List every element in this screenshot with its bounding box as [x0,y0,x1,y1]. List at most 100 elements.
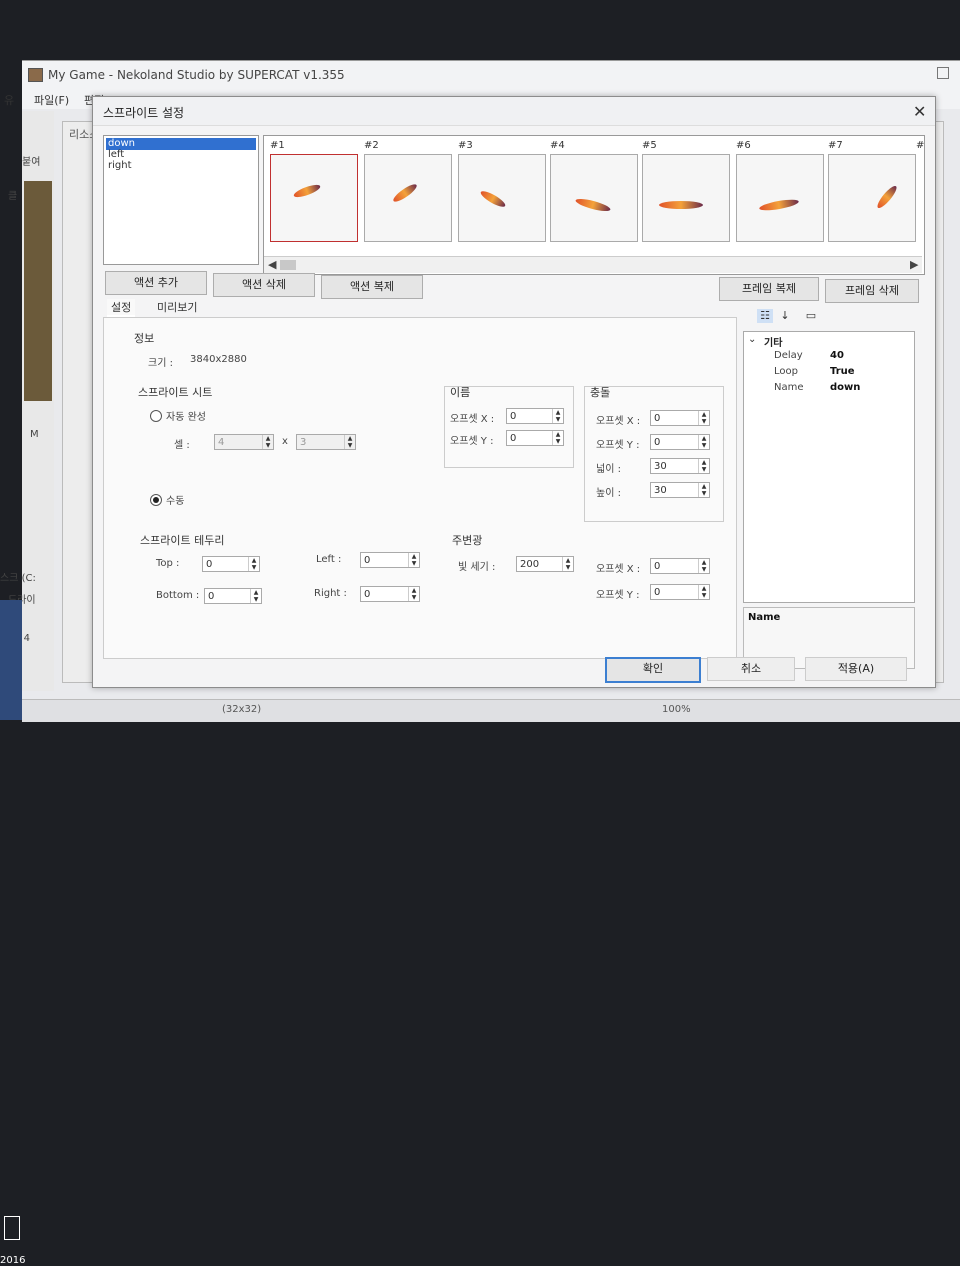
categorized-icon[interactable]: ☷ [757,309,773,323]
status-bar: (32x32) 100% [22,699,960,722]
sprite-frame-image [874,183,900,211]
property-key: Loop [774,366,798,377]
sidebar-text-disk: 스크 (C: [0,573,36,584]
spinner-arrows-icon[interactable]: ▲ ▼ [698,559,709,573]
delete-frame-button[interactable]: 프레임 삭제 [825,279,919,303]
property-value[interactable]: down [830,382,860,393]
tab-preview[interactable]: 미리보기 [157,299,197,315]
frame-label: #4 [550,140,565,151]
action-list[interactable]: down left right [103,135,259,265]
frame-cell[interactable] [550,154,638,242]
cancel-button[interactable]: 취소 [707,657,795,681]
spinner-arrows-icon[interactable]: ▲ ▼ [552,409,563,423]
sprite-sheet-section-label: 스프라이트 시트 [138,386,213,399]
auto-complete-radio[interactable] [150,410,162,422]
frame-cell[interactable] [458,154,546,242]
collision-height-label: 높이 : [596,488,621,499]
frame-strip[interactable]: #1 #2 #3 #4 #5 #6 #7 #8 ◀ ▶ [263,135,925,275]
cell-label: 셀 : [174,440,190,451]
name-offset-x-input[interactable]: 0 ▲ ▼ [506,408,564,424]
property-value[interactable]: 40 [830,350,844,361]
frame-cell[interactable] [270,154,358,242]
tab-settings[interactable]: 설정 [107,299,136,317]
border-bottom-label: Bottom : [156,590,200,601]
border-top-input[interactable]: 0 ▲ ▼ [202,556,260,572]
collision-section-label: 충돌 [590,386,611,399]
scroll-thumb[interactable] [280,260,296,270]
name-offset-x-label: 오프셋 X : [450,414,495,425]
menu-item-partial[interactable]: 유 [4,92,14,108]
main-titlebar: My Game - Nekoland Studio by SUPERCAT v1… [22,61,960,89]
apply-button[interactable]: 적용(A) [805,657,907,681]
property-description-title: Name [748,612,781,623]
frame-cell[interactable] [736,154,824,242]
ambient-offset-x-input[interactable]: 0 ▲ ▼ [650,558,710,574]
ambient-offset-y-input[interactable]: 0 ▲ ▼ [650,584,710,600]
name-offset-y-input[interactable]: 0 ▲ ▼ [506,430,564,446]
spinner-arrows-icon[interactable]: ▲ ▼ [344,435,355,449]
chevron-down-icon[interactable]: ⌄ [748,334,756,345]
size-value: 3840x2880 [190,354,247,365]
border-top-label: Top : [156,558,180,569]
cell-x-input[interactable]: 4 ▲ ▼ [214,434,274,450]
spinner-arrows-icon[interactable]: ▲ ▼ [408,553,419,567]
sprite-frame-image [659,201,703,209]
manual-radio[interactable] [150,494,162,506]
spinner-arrows-icon[interactable]: ▲ ▼ [552,431,563,445]
spinner-arrows-icon[interactable]: ▲ ▼ [698,483,709,497]
collision-height-input[interactable]: 30 ▲ ▼ [650,482,710,498]
spinner-arrows-icon[interactable]: ▲ ▼ [698,411,709,425]
property-value[interactable]: True [830,366,855,377]
manual-label: 수동 [166,496,185,507]
name-section-label: 이름 [450,386,471,399]
frame-cell[interactable] [642,154,730,242]
spinner-arrows-icon[interactable]: ▲ ▼ [408,587,419,601]
menu-item-file[interactable]: 파일(F) [34,92,69,108]
frame-scrollbar[interactable]: ◀ ▶ [264,256,922,273]
taskbar: 2016 [0,600,25,1266]
frame-cell[interactable] [828,154,916,242]
spinner-arrows-icon[interactable]: ▲ ▼ [698,459,709,473]
spinner-arrows-icon[interactable]: ▲ ▼ [262,435,273,449]
spinner-arrows-icon[interactable]: ▲ ▼ [562,557,573,571]
maximize-icon[interactable] [937,67,949,79]
spinner-arrows-icon[interactable]: ▲ ▼ [698,435,709,449]
spinner-arrows-icon[interactable]: ▲ ▼ [698,585,709,599]
collision-offset-x-input[interactable]: 0 ▲ ▼ [650,410,710,426]
frame-cell[interactable] [364,154,452,242]
add-action-button[interactable]: 액션 추가 [105,271,207,295]
lock-icon [4,1216,20,1240]
close-icon[interactable]: ✕ [913,102,926,121]
name-offset-x-value: 0 [510,411,517,422]
collision-width-input[interactable]: 30 ▲ ▼ [650,458,710,474]
copy-action-button[interactable]: 액션 복제 [321,275,423,299]
collision-offset-y-input[interactable]: 0 ▲ ▼ [650,434,710,450]
ambient-intensity-input[interactable]: 200 ▲ ▼ [516,556,574,572]
delete-action-button[interactable]: 액션 삭제 [213,273,315,297]
dialog-title: 스프라이트 설정 [103,106,185,120]
border-right-input[interactable]: 0 ▲ ▼ [360,586,420,602]
name-offset-y-value: 0 [510,433,517,444]
action-item-right[interactable]: right [106,160,256,172]
property-pages-icon[interactable]: ▭ [803,309,819,323]
times-sign: x [282,436,288,447]
collision-width-value: 30 [654,461,667,472]
cell-y-input[interactable]: 3 ▲ ▼ [296,434,356,450]
spinner-arrows-icon[interactable]: ▲ ▼ [248,557,259,571]
name-offset-y-label: 오프셋 Y : [450,436,494,447]
property-grid[interactable]: ⌄ 기타 Delay 40 Loop True Name down [743,331,915,603]
ok-button[interactable]: 확인 [605,657,701,683]
frame-label: #5 [642,140,657,151]
spinner-arrows-icon[interactable]: ▲ ▼ [250,589,261,603]
scroll-left-icon[interactable]: ◀ [268,258,276,271]
dialog-titlebar: 스프라이트 설정 ✕ [93,97,935,126]
border-left-input[interactable]: 0 ▲ ▼ [360,552,420,568]
app-icon [28,68,43,82]
property-panel: ☷ ↓ ▭ ⌄ 기타 Delay 40 Loop True Name down … [743,307,915,687]
copy-frame-button[interactable]: 프레임 복제 [719,277,819,301]
frame-label: #3 [458,140,473,151]
frame-label: #1 [270,140,285,151]
sort-alpha-icon[interactable]: ↓ [777,309,793,323]
border-bottom-input[interactable]: 0 ▲ ▼ [204,588,262,604]
scroll-right-icon[interactable]: ▶ [910,258,918,271]
